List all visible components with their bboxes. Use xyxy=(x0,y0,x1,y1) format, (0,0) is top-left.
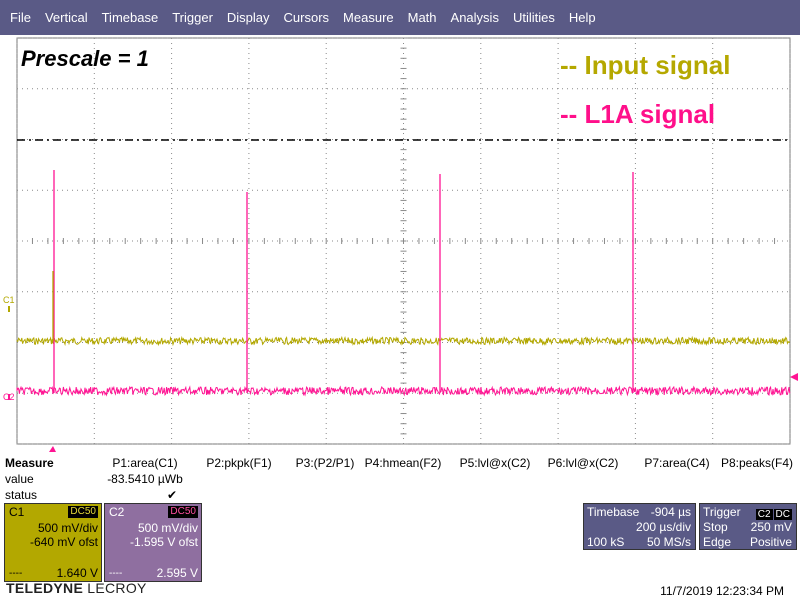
c2-level: 2.595 V xyxy=(156,566,198,580)
timebase-tdiv: 200 µs/div xyxy=(636,520,691,534)
c1-offset: -640 mV ofst xyxy=(29,535,98,549)
c1-ground-marker: C1 xyxy=(3,295,15,305)
trigger-source-badge: C2 DC xyxy=(755,506,792,521)
menu-vertical[interactable]: Vertical xyxy=(38,0,95,35)
trigger-type: Edge xyxy=(703,535,732,549)
value-row-label: value xyxy=(5,472,34,486)
waveform-display[interactable]: C1 C2 xyxy=(0,35,800,455)
menu-trigger[interactable]: Trigger xyxy=(165,0,220,35)
l1a-signal-label: -- L1A signal xyxy=(560,99,716,129)
measure-title: Measure xyxy=(5,456,54,470)
c2-ground-tick xyxy=(8,394,10,400)
trigger-position-arrow[interactable] xyxy=(49,446,56,452)
trigger-label: Trigger xyxy=(703,505,741,519)
menu-display[interactable]: Display xyxy=(220,0,277,35)
menu-help[interactable]: Help xyxy=(562,0,603,35)
menu-cursors[interactable]: Cursors xyxy=(277,0,337,35)
teledyne-lecroy-logo: TELEDYNE LECROY xyxy=(6,580,147,596)
brand-suffix: LECROY xyxy=(87,580,147,596)
p1-status-check-icon: ✔ xyxy=(166,488,178,502)
c2-dash: ---- xyxy=(109,568,123,579)
trigger-slope: Positive xyxy=(749,535,792,549)
brand-name: TELEDYNE xyxy=(6,580,84,596)
timebase-rate: 50 MS/s xyxy=(646,535,691,549)
menu-timebase[interactable]: Timebase xyxy=(95,0,166,35)
param-p2[interactable]: P2:pkpk(F1) xyxy=(189,455,289,471)
c2-name: C2 xyxy=(109,505,125,519)
c2-coupling-badge: DC50 xyxy=(168,506,198,518)
c2-offset: -1.595 V ofst xyxy=(129,535,198,549)
timebase-box[interactable]: Timebase -904 µs 200 µs/div 100 kS 50 MS… xyxy=(583,503,696,550)
trigger-coupling: DC xyxy=(773,509,792,520)
status-row-label: status xyxy=(5,488,38,502)
datetime: 11/7/2019 12:23:34 PM xyxy=(660,584,784,598)
menu-file[interactable]: File xyxy=(0,0,38,35)
input-signal-label: -- Input signal xyxy=(560,50,731,80)
trigger-level: 250 mV xyxy=(750,520,792,534)
timebase-label: Timebase xyxy=(587,505,640,519)
p1-value: -83.5410 µWb xyxy=(107,472,183,486)
c1-vdiv: 500 mV/div xyxy=(37,521,98,535)
trigger-mode: Stop xyxy=(703,520,728,534)
menu-measure[interactable]: Measure xyxy=(336,0,401,35)
menu-math[interactable]: Math xyxy=(401,0,444,35)
param-p4[interactable]: P4:hmean(F2) xyxy=(353,455,453,471)
c1-channel-box[interactable]: C1 DC50 500 mV/div -640 mV ofst ---- 1.6… xyxy=(4,503,102,582)
param-p6[interactable]: P6:lvl@x(C2) xyxy=(533,455,633,471)
timebase-delay: -904 µs xyxy=(650,505,691,519)
param-p5[interactable]: P5:lvl@x(C2) xyxy=(445,455,545,471)
menu-analysis[interactable]: Analysis xyxy=(444,0,506,35)
c1-ground-tick xyxy=(8,306,10,312)
param-p1[interactable]: P1:area(C1) xyxy=(95,455,195,471)
trigger-level-arrow[interactable] xyxy=(790,373,798,381)
c2-vdiv: 500 mV/div xyxy=(137,521,198,535)
prescale-label: Prescale = 1 xyxy=(21,46,149,71)
c2-channel-box[interactable]: C2 DC50 500 mV/div -1.595 V ofst ---- 2.… xyxy=(104,503,202,582)
menu-bar: File Vertical Timebase Trigger Display C… xyxy=(0,0,800,35)
timebase-samples: 100 kS xyxy=(587,535,625,549)
c1-level: 1.640 V xyxy=(56,566,98,580)
trigger-source: C2 xyxy=(755,509,773,520)
trigger-box[interactable]: Trigger C2 DC Stop 250 mV Edge Positive xyxy=(699,503,797,550)
menu-utilities[interactable]: Utilities xyxy=(506,0,562,35)
c1-coupling-badge: DC50 xyxy=(68,506,98,518)
param-p8[interactable]: P8:peaks(F4) xyxy=(707,455,800,471)
c1-name: C1 xyxy=(9,505,25,519)
c1-dash: ---- xyxy=(9,568,23,579)
